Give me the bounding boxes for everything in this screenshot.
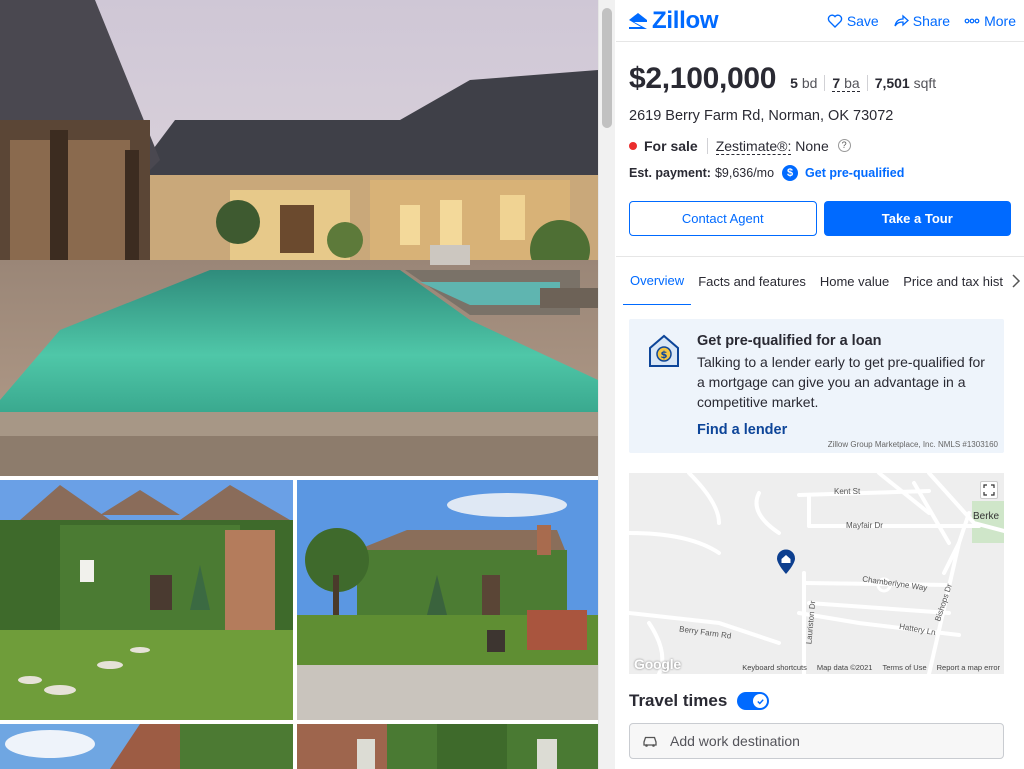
status-dot-icon — [629, 142, 637, 150]
take-a-tour-button[interactable]: Take a Tour — [823, 201, 1011, 236]
loan-text: Get pre-qualified for a loan Talking to … — [697, 333, 992, 438]
car-icon — [643, 736, 657, 747]
work-destination-field[interactable] — [629, 723, 1004, 759]
zillow-logo[interactable]: Zillow — [628, 6, 719, 35]
save-label: Save — [846, 12, 879, 29]
google-logo: Google — [634, 656, 682, 672]
baths-fact[interactable]: 7 ba — [824, 75, 866, 92]
baths-unit: ba — [844, 75, 860, 91]
expand-icon — [983, 484, 995, 496]
beds-count: 5 — [790, 75, 798, 91]
tab-facts-and-features[interactable]: Facts and features — [691, 257, 813, 305]
details-panel: Zillow Save Share More $2,100,000 5 bd 7… — [616, 0, 1024, 769]
baths-count: 7 — [832, 75, 841, 91]
map-footer: Keyboard shortcuts Map data ©2021 Terms … — [742, 663, 1000, 672]
gallery-scrollbar[interactable] — [598, 0, 615, 769]
location-map[interactable]: Kent St Mayfair Dr Chamberlyne Way Bisho… — [629, 473, 1004, 674]
map-label-berke: Berke — [973, 511, 1000, 522]
zestimate-value: None — [795, 138, 829, 154]
terms-of-use-link[interactable]: Terms of Use — [882, 663, 926, 672]
map-fullscreen-button[interactable] — [980, 481, 998, 499]
svg-text:$: $ — [661, 350, 668, 361]
dollar-icon: $ — [782, 165, 799, 181]
photo-pool-backyard[interactable] — [0, 0, 598, 476]
prequal-loan-card: $ Get pre-qualified for a loan Talking t… — [629, 319, 1004, 453]
zestimate-label[interactable]: Zestimate®: — [715, 138, 792, 155]
help-question-icon[interactable]: ? — [837, 138, 851, 152]
share-arrow-icon — [894, 14, 909, 26]
save-button[interactable]: Save — [827, 13, 879, 29]
est-payment-value[interactable]: $9,636/mo — [715, 166, 774, 180]
beds-fact: 5 bd — [790, 75, 824, 91]
more-dots-icon — [964, 18, 980, 23]
payment-row: Est. payment: $9,636/mo $ Get pre-qualif… — [629, 165, 1011, 181]
find-a-lender-link[interactable]: Find a lender — [697, 422, 992, 438]
listing-summary: $2,100,000 5 bd 7 ba 7,501 sqft 2619 Ber… — [616, 42, 1024, 236]
photo-ivy-house-lawn[interactable] — [297, 480, 598, 720]
photo-ivy-house-front[interactable] — [0, 480, 293, 720]
chevron-right-icon[interactable] — [1010, 273, 1022, 289]
map-roads — [629, 473, 1004, 674]
heart-icon — [827, 14, 843, 28]
sqft-unit: sqft — [913, 75, 937, 91]
more-label: More — [984, 12, 1016, 29]
travel-times-header: Travel times — [629, 691, 1024, 711]
sqft-count: 7,501 — [874, 75, 910, 91]
travel-times-toggle[interactable] — [737, 692, 770, 710]
report-map-error-link[interactable]: Report a map error — [937, 663, 1000, 672]
house-dollar-icon: $ — [649, 334, 679, 367]
status-row: For sale Zestimate®: None ? — [629, 138, 1011, 155]
travel-times-title: Travel times — [629, 691, 728, 710]
tab-price-and-tax-history[interactable]: Price and tax hist — [896, 257, 1010, 305]
photo-gallery — [0, 0, 598, 769]
tab-overview[interactable]: Overview — [623, 257, 692, 305]
checkmark-icon — [757, 698, 764, 705]
cta-buttons: Contact Agent Take a Tour — [629, 201, 1011, 236]
top-bar: Zillow Save Share More — [616, 0, 1024, 42]
toggle-knob — [753, 694, 768, 708]
contact-agent-button[interactable]: Contact Agent — [629, 201, 817, 236]
zestimate: Zestimate®: None ? — [706, 138, 851, 155]
map-pin-home-icon[interactable] — [776, 549, 796, 575]
home-facts: 5 bd 7 ba 7,501 sqft — [790, 75, 944, 92]
listing-address: 2619 Berry Farm Rd, Norman, OK 73072 — [629, 108, 894, 124]
keyboard-shortcuts-link[interactable]: Keyboard shortcuts — [742, 663, 807, 672]
status-label: For sale — [644, 138, 698, 154]
map-label-mayfair-dr: Mayfair Dr — [846, 521, 883, 530]
photo-sky-brick[interactable] — [0, 724, 293, 769]
nmls-disclaimer: Zillow Group Marketplace, Inc. NMLS #130… — [827, 440, 998, 449]
listing-page: Zillow Save Share More $2,100,000 5 bd 7… — [0, 0, 1024, 769]
zillow-logo-text: Zillow — [652, 6, 719, 34]
header-actions: Save Share More — [827, 13, 1016, 29]
section-tabs: Overview Facts and features Home value P… — [616, 256, 1024, 305]
more-button[interactable]: More — [964, 13, 1016, 29]
est-payment-label: Est. payment: — [629, 166, 711, 180]
get-prequalified-link[interactable]: Get pre-qualified — [805, 166, 904, 180]
map-data-label: Map data ©2021 — [816, 663, 873, 672]
listing-price: $2,100,000 — [629, 62, 777, 95]
zillow-logo-icon — [629, 12, 647, 29]
loan-title: Get pre-qualified for a loan — [697, 333, 882, 349]
photo-ivy-brick[interactable] — [297, 724, 598, 769]
loan-description: Talking to a lender early to get pre-qua… — [697, 354, 985, 410]
price-row: $2,100,000 5 bd 7 ba 7,501 sqft — [629, 62, 1011, 96]
map-label-kent-st: Kent St — [834, 487, 861, 496]
sqft-fact: 7,501 sqft — [866, 75, 944, 91]
share-label: Share — [912, 12, 951, 29]
work-destination-input[interactable] — [670, 733, 960, 749]
beds-unit: bd — [801, 75, 818, 91]
share-button[interactable]: Share — [893, 13, 950, 29]
tab-home-value[interactable]: Home value — [813, 257, 896, 305]
scrollbar-thumb[interactable] — [602, 8, 612, 128]
